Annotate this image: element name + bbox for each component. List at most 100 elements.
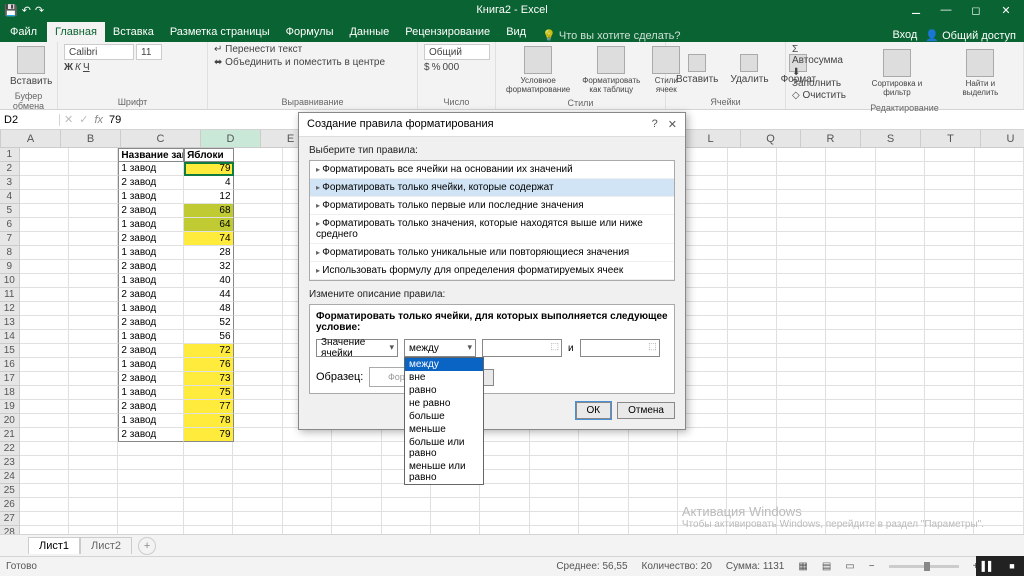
cell[interactable] [530, 470, 579, 484]
cell[interactable] [431, 498, 480, 512]
ok-button[interactable]: ОК [576, 402, 612, 419]
cell[interactable]: 1 завод [118, 414, 184, 428]
cell[interactable] [777, 148, 826, 162]
sort-filter-button[interactable]: Сортировка и фильтр [854, 47, 940, 99]
cell[interactable] [876, 302, 925, 316]
cell[interactable] [826, 232, 875, 246]
cell[interactable] [876, 442, 925, 456]
operator-dropdown-list[interactable]: междувнеравноне равнобольшеменьшебольше … [404, 357, 484, 485]
cell[interactable] [876, 358, 925, 372]
cell[interactable] [69, 176, 118, 190]
rule-type-list[interactable]: Форматировать все ячейки на основании их… [309, 160, 675, 281]
dropdown-option[interactable]: меньше или равно [405, 460, 483, 484]
row-header[interactable]: 3 [0, 176, 20, 190]
cell[interactable] [728, 386, 777, 400]
row-header[interactable]: 14 [0, 330, 20, 344]
cell[interactable] [20, 232, 69, 246]
cell[interactable] [20, 456, 69, 470]
cell[interactable]: 77 [184, 400, 233, 414]
tab-layout[interactable]: Разметка страницы [162, 22, 278, 42]
dropdown-option[interactable]: меньше [405, 423, 483, 436]
cell[interactable] [727, 442, 776, 456]
row-header[interactable]: 9 [0, 260, 20, 274]
cell[interactable] [184, 470, 233, 484]
cell[interactable] [234, 344, 283, 358]
cell[interactable] [530, 484, 579, 498]
cell[interactable] [69, 274, 118, 288]
row-header[interactable]: 21 [0, 428, 20, 442]
cell[interactable] [480, 442, 529, 456]
cell[interactable] [826, 218, 875, 232]
column-header[interactable]: R [801, 130, 861, 147]
cell[interactable] [876, 428, 925, 442]
cell[interactable]: 1 завод [118, 218, 184, 232]
comma-icon[interactable]: 000 [442, 62, 459, 73]
column-header[interactable]: B [61, 130, 121, 147]
cell[interactable] [234, 414, 283, 428]
cell[interactable] [431, 512, 480, 526]
cell[interactable]: 75 [184, 386, 233, 400]
cell[interactable]: 76 [184, 358, 233, 372]
cell[interactable] [20, 470, 69, 484]
sheet-tab-1[interactable]: Лист1 [28, 537, 80, 554]
row-header[interactable]: 4 [0, 190, 20, 204]
row-header[interactable]: 13 [0, 316, 20, 330]
cell[interactable] [974, 470, 1023, 484]
column-header[interactable]: A [1, 130, 61, 147]
fill-button[interactable]: ⬇ Заполнить [792, 67, 850, 89]
cell[interactable] [876, 190, 925, 204]
cell[interactable] [234, 148, 283, 162]
cell[interactable] [20, 302, 69, 316]
cell[interactable] [530, 442, 579, 456]
cell[interactable] [777, 372, 826, 386]
cell[interactable] [777, 442, 826, 456]
cell[interactable] [826, 358, 875, 372]
cell[interactable] [431, 526, 480, 534]
row-header[interactable]: 12 [0, 302, 20, 316]
cell[interactable] [777, 428, 826, 442]
cell[interactable] [234, 274, 283, 288]
row-header[interactable]: 17 [0, 372, 20, 386]
cell[interactable] [69, 148, 118, 162]
cell[interactable] [826, 246, 875, 260]
row-header[interactable]: 5 [0, 204, 20, 218]
cell[interactable] [69, 302, 118, 316]
column-header[interactable]: U [981, 130, 1024, 147]
cell[interactable] [69, 456, 118, 470]
cell[interactable] [727, 498, 776, 512]
save-icon[interactable]: 💾 [4, 4, 18, 17]
cell[interactable] [118, 442, 184, 456]
cell[interactable] [69, 232, 118, 246]
cell[interactable] [925, 456, 974, 470]
cell[interactable] [975, 204, 1024, 218]
cell[interactable] [826, 302, 875, 316]
conditional-format-button[interactable]: Условное форматирование [502, 44, 574, 96]
cell[interactable] [876, 456, 925, 470]
cell[interactable] [69, 218, 118, 232]
cell[interactable] [20, 260, 69, 274]
view-normal-icon[interactable]: ▦ [798, 561, 807, 572]
cell[interactable] [728, 162, 777, 176]
cell[interactable] [777, 204, 826, 218]
cell[interactable] [332, 456, 381, 470]
cell[interactable] [629, 470, 678, 484]
cell[interactable] [925, 484, 974, 498]
cell[interactable]: 1 завод [118, 162, 184, 176]
cell[interactable] [925, 204, 974, 218]
cell[interactable] [480, 512, 529, 526]
cell[interactable] [184, 526, 233, 534]
cell[interactable] [283, 456, 332, 470]
cell[interactable] [925, 498, 974, 512]
row-header[interactable]: 20 [0, 414, 20, 428]
cell[interactable] [69, 344, 118, 358]
cell[interactable] [234, 330, 283, 344]
cell[interactable] [728, 204, 777, 218]
cell[interactable] [975, 288, 1024, 302]
cell[interactable] [332, 526, 381, 534]
cell[interactable] [777, 176, 826, 190]
cell[interactable] [826, 498, 875, 512]
cell[interactable] [925, 372, 974, 386]
cell[interactable] [69, 386, 118, 400]
condition-subject-select[interactable]: Значение ячейки [316, 339, 398, 357]
cell[interactable] [678, 526, 727, 534]
